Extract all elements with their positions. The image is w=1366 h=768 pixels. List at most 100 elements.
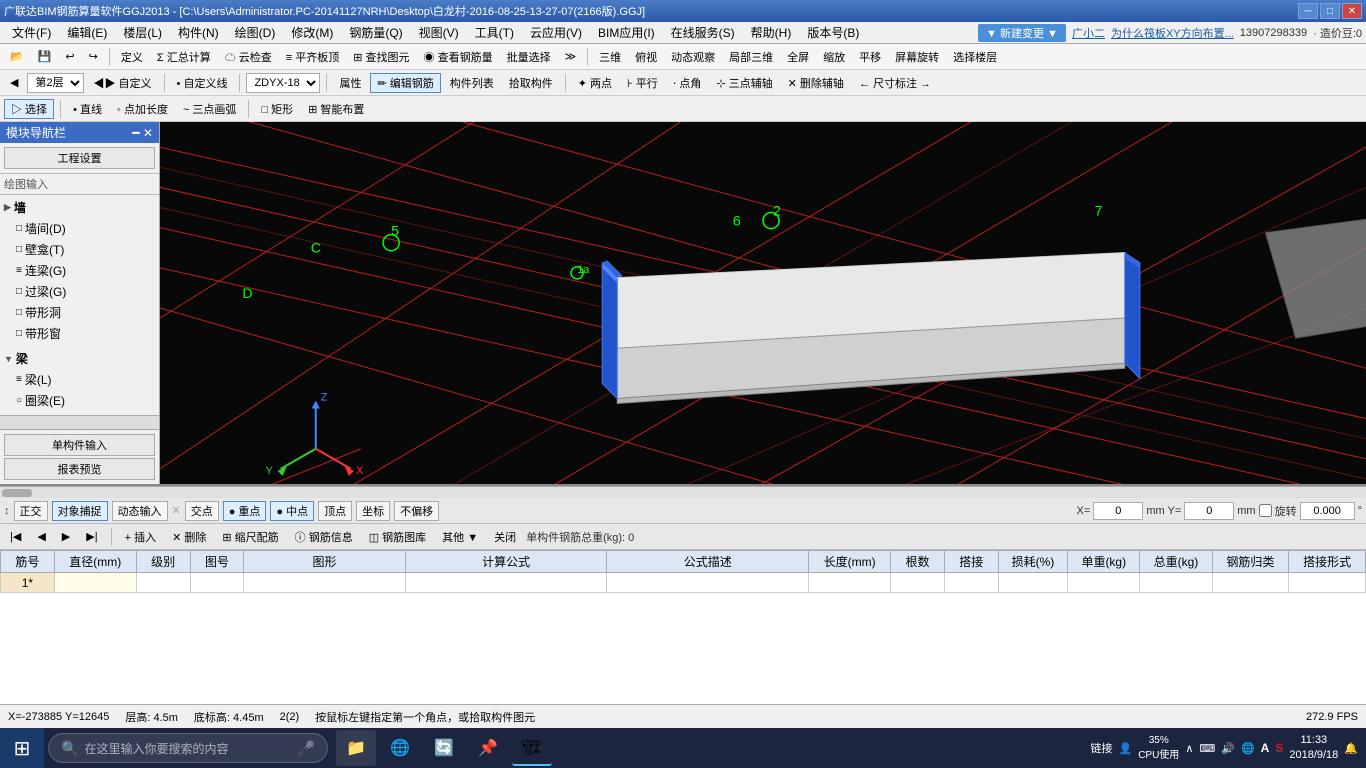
taskbar-app-refresh[interactable]: 🔄 [424,730,464,766]
project-setup-btn[interactable]: 工程设置 [4,147,155,169]
volume-icon[interactable]: 🔊 [1221,742,1235,755]
delete-btn[interactable]: ✕ 删除 [166,527,212,547]
scrollbar-thumb[interactable] [2,489,32,497]
more-button[interactable]: ≫ [559,48,583,65]
sidebar-group-wall-header[interactable]: ▶ 墙 [0,197,159,218]
line-draw-btn[interactable]: • 直线 [67,99,108,119]
insert-btn[interactable]: + 插入 [119,527,162,547]
nav-last-btn[interactable]: ▶| [80,528,103,545]
single-member-btn[interactable]: 单构件输入 [4,434,155,456]
nav-prev-btn[interactable]: ◀ [31,528,51,545]
open-button[interactable]: 📂 [4,48,30,65]
back-button[interactable]: ◀ [4,74,24,91]
align-top-button[interactable]: ≡ 平齐板顶 [280,47,345,67]
sidebar-item-guoliang[interactable]: □ 过梁(G) [0,281,159,302]
diameter-input[interactable] [75,575,115,590]
rebar-library-btn[interactable]: ◫ 钢筋图库 [363,527,432,547]
cell-fignum[interactable] [190,573,244,593]
link-label[interactable]: 链接 [1090,740,1112,756]
sidebar-item-daixingdong[interactable]: □ 带形洞 [0,302,159,323]
close-panel-btn[interactable]: 关闭 [488,527,522,547]
cell-length[interactable] [809,573,891,593]
sidebar-item-liang[interactable]: ≡ 梁(L) [0,369,159,390]
taskbar-time[interactable]: 11:33 2018/9/18 [1289,733,1338,764]
close-button[interactable]: ✕ [1342,3,1362,19]
sidebar-item-wallroom[interactable]: □ 墙间(D) [0,218,159,239]
cell-totalw[interactable] [1140,573,1212,593]
custom-line-btn[interactable]: • 自定义线 [171,73,234,93]
sidebar-item-daixingchuang[interactable]: □ 带形窗 [0,323,159,344]
del-axis-btn[interactable]: ✕ 删除辅轴 [782,73,850,93]
viewport-scrollbar[interactable] [0,486,1366,498]
view-rebar-button[interactable]: ◉ 查看钢筋量 [418,47,499,67]
taskbar-search[interactable]: 🔍 在这里输入你要搜索的内容 🎤 [48,733,328,763]
dynamic-button[interactable]: 动态观察 [665,47,721,67]
cell-grade[interactable] [136,573,190,593]
3d-button[interactable]: 三维 [593,47,627,67]
cell-loss[interactable] [998,573,1067,593]
zoom-button[interactable]: 缩放 [817,47,851,67]
rebar-info-btn[interactable]: ⓘ 钢筋信息 [289,527,359,547]
restore-button[interactable]: □ [1320,3,1340,19]
taskbar-app-pin[interactable]: 📌 [468,730,508,766]
nav-first-btn[interactable]: |◀ [4,528,27,545]
cell-category[interactable] [1212,573,1289,593]
report-preview-btn[interactable]: 报表预览 [4,458,155,480]
menu-file[interactable]: 文件(F) [4,22,59,43]
cloud-check-button[interactable]: ☁ 云检查 [219,47,278,67]
drawing-input-link[interactable]: 绘图输入 [0,174,159,195]
pan-button[interactable]: 平移 [853,47,887,67]
rect-btn[interactable]: □ 矩形 [255,99,299,119]
snap-intersection-btn[interactable]: 交点 [185,501,219,521]
snap-dynamic-btn[interactable]: 动态输入 [112,501,168,521]
snap-nooffset-btn[interactable]: 不偏移 [394,501,439,521]
member-list-button[interactable]: 构件列表 [444,73,500,93]
menu-version[interactable]: 版本号(B) [799,22,867,43]
rotate-input[interactable] [1300,502,1355,520]
up-arrow[interactable]: ∧ [1185,742,1193,755]
new-build-button[interactable]: ▼ 新建变更 ▼ [978,24,1066,42]
cell-diameter[interactable] [54,573,136,593]
nav-next-btn[interactable]: ▶ [56,528,76,545]
three-arc-btn[interactable]: ~ 三点画弧 [177,99,242,119]
custom-define-btn[interactable]: ◀▶ 自定义 [87,73,157,93]
define-button[interactable]: 定义 [115,47,149,67]
y-coord-input[interactable] [1184,502,1234,520]
angle-point-btn[interactable]: ⋅ 点角 [667,73,708,93]
zdyx-select[interactable]: ZDYX-18 [246,73,320,93]
select-floor-button[interactable]: 选择楼层 [947,47,1003,67]
find-element-button[interactable]: ⊞ 查找图元 [347,47,415,67]
cell-count[interactable] [891,573,945,593]
cell-shape[interactable] [244,573,405,593]
start-button[interactable]: ⊞ [0,728,44,768]
cell-desc[interactable] [607,573,809,593]
menu-rebar-qty[interactable]: 钢筋量(Q) [341,22,410,43]
taskbar-app-file[interactable]: 📁 [336,730,376,766]
select-btn[interactable]: ▷ 选择 [4,99,54,119]
two-points-btn[interactable]: ✦ 两点 [572,73,618,93]
sidebar-group-beam-header[interactable]: ▼ 梁 [0,348,159,369]
menu-help[interactable]: 帮助(H) [743,22,800,43]
rotate-checkbox[interactable] [1259,504,1272,517]
parallel-btn[interactable]: ⊦ 平行 [621,73,664,93]
undo-button[interactable]: ↩ [59,48,80,65]
menu-online[interactable]: 在线服务(S) [663,22,743,43]
keyboard-icon[interactable]: ⌨ [1199,742,1215,755]
snap-coord-btn[interactable]: 坐标 [356,501,390,521]
menu-view[interactable]: 视图(V) [411,22,467,43]
cost-link[interactable]: · 造价豆:0 [1313,25,1362,41]
user-icon[interactable]: 👤 [1118,742,1132,755]
snap-orthogonal-btn[interactable]: 正交 [14,501,48,521]
viewport[interactable]: C 5 6 2 7 D 1a 0 Z [160,122,1366,484]
save-button[interactable]: 💾 [32,48,58,65]
scale-btn[interactable]: ⊞ 缩尺配筋 [216,527,284,547]
snap-icon[interactable]: ↕ [4,505,10,517]
snap-midweight-btn[interactable]: ● 重点 [223,501,267,521]
menu-modify[interactable]: 修改(M) [283,22,341,43]
dim-label-btn[interactable]: ← 尺寸标注 → [853,73,937,93]
snap-vertex-btn[interactable]: 顶点 [318,501,352,521]
menu-floor[interactable]: 楼层(L) [115,22,170,43]
props-button[interactable]: 属性 [333,73,367,93]
why-link[interactable]: 为什么筏板XY方向布置... [1111,25,1234,41]
edit-rebar-button[interactable]: ✏ 编辑钢筋 [370,73,440,93]
